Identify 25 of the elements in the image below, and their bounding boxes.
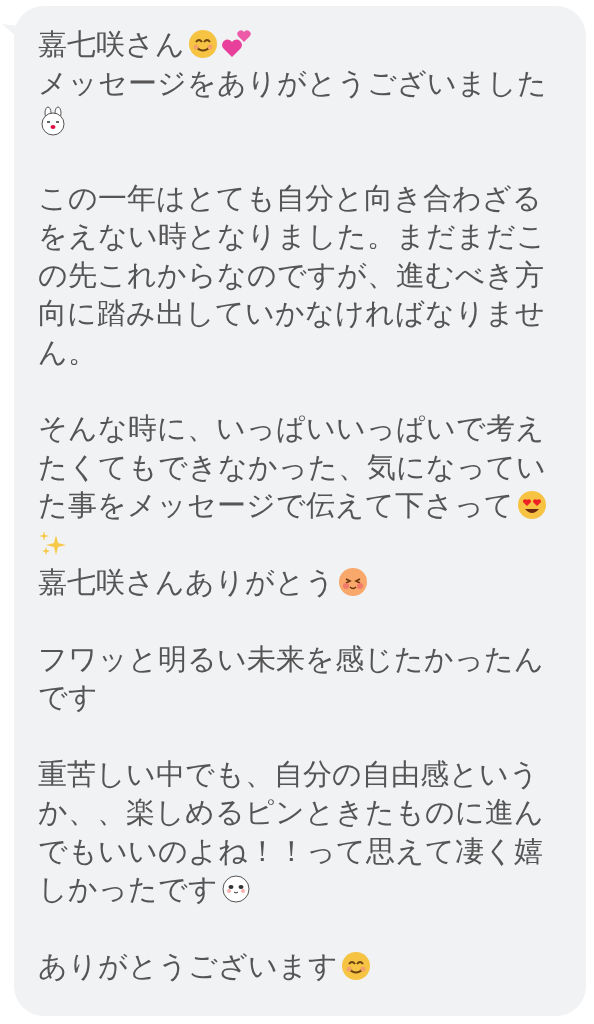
message-line: です — [38, 679, 98, 717]
message-line: た事をメッセージで伝えて下さって — [38, 487, 514, 525]
message-line: の先これからなのですが、進むべき方 — [38, 256, 544, 294]
message-line: そんな時に、いっぱいいっぱいで考え — [38, 410, 545, 448]
two-hearts-icon — [221, 29, 251, 60]
round-face-icon — [221, 874, 251, 905]
message-line: 嘉七咲さん — [38, 26, 185, 64]
message-line: 重苦しい中でも、自分の自由感という — [38, 755, 539, 793]
message-line: でもいいのよね！！って思えて凄く嬉 — [38, 832, 543, 870]
heart-eyes-face-icon — [517, 490, 547, 521]
message-line: をえない時となりました。まだまだこ — [38, 218, 546, 256]
message-line: メッセージをありがとうございました — [38, 64, 547, 102]
message-line: 嘉七咲さんありがとう — [38, 564, 335, 602]
smiling-face-icon — [188, 29, 218, 60]
rabbit-face-icon — [38, 106, 68, 137]
message-line: ありがとうございます — [38, 947, 338, 985]
smiling-face-icon — [341, 950, 371, 981]
message-line: たくてもできなかった、気になってい — [38, 448, 546, 486]
message-line: か、、楽しめるピンときたものに進ん — [38, 794, 544, 832]
message-line: フワッと明るい未来を感じたかったん — [38, 640, 544, 678]
message-line: しかったです — [38, 871, 218, 909]
blushing-face-icon — [338, 567, 368, 598]
message-line: この一年はとても自分と向き合わざる — [38, 179, 542, 217]
message-line: ん。 — [38, 333, 97, 371]
message-line: 向に踏み出していかなければなりませ — [38, 295, 545, 333]
